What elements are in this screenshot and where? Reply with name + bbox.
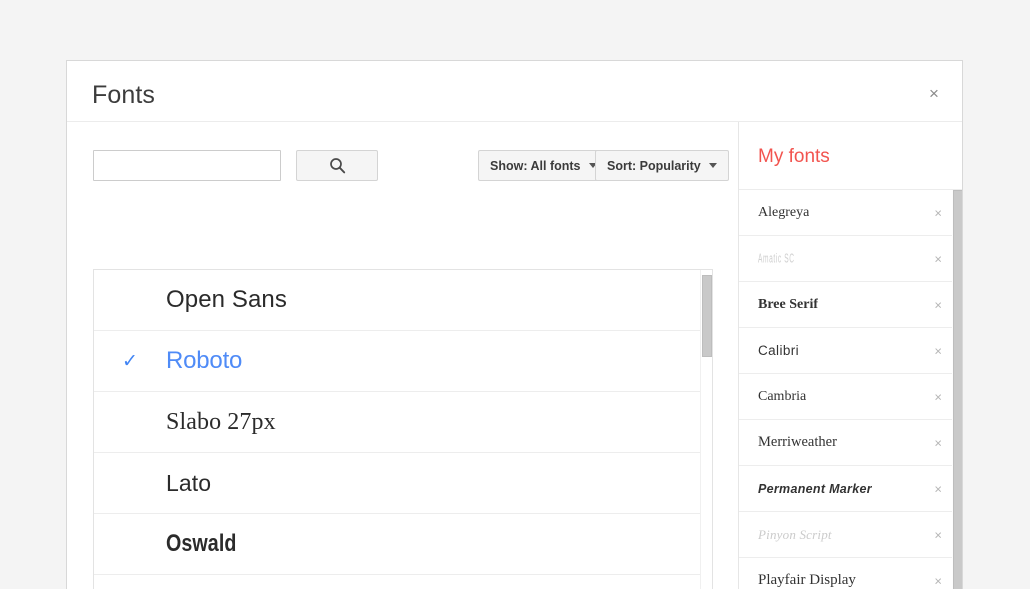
close-icon[interactable]: × [923, 83, 945, 105]
my-fonts-item-label: Pinyon Script [758, 526, 832, 542]
toolbar: Show: All fonts Sort: Popularity [67, 122, 738, 202]
sort-filter-dropdown[interactable]: Sort: Popularity [595, 150, 729, 181]
font-list-item[interactable]: Roboto Condensed [94, 575, 712, 589]
font-list-item-label: Open Sans [166, 286, 287, 313]
page-root: Fonts × Show: All fonts Sort: Popularity… [0, 0, 1030, 589]
font-list-item[interactable]: ✓ Roboto [94, 331, 712, 392]
font-list-item[interactable]: Open Sans [94, 270, 712, 331]
font-list-inner: Open Sans ✓ Roboto Slabo 27px Lato Oswald Robo… [94, 270, 712, 589]
font-list-scrollbar-thumb[interactable] [702, 275, 712, 357]
my-fonts-item-label: Merriweather [758, 434, 837, 450]
show-filter-dropdown[interactable]: Show: All fonts [478, 150, 609, 181]
my-fonts-item[interactable]: Bree Serif × [739, 282, 962, 328]
remove-font-icon[interactable]: × [934, 574, 942, 587]
my-fonts-item-label: Permanent Marker [758, 481, 872, 496]
remove-font-icon[interactable]: × [934, 390, 942, 403]
check-icon: ✓ [122, 350, 138, 372]
fonts-dialog: Fonts × Show: All fonts Sort: Popularity… [66, 60, 963, 589]
my-fonts-item[interactable]: Alegreya × [739, 190, 962, 236]
font-list-item[interactable]: Oswald [94, 514, 712, 575]
my-fonts-panel: My fonts Alegreya × Amatic SC × Bree Serif × C… [738, 122, 962, 589]
my-fonts-item-label: Amatic SC [758, 251, 795, 266]
font-list-item-label: Lato [166, 469, 212, 496]
font-list-item[interactable]: Slabo 27px [94, 392, 712, 453]
my-fonts-scrollbar[interactable] [952, 190, 962, 589]
font-list-item-label: Oswald [166, 530, 237, 557]
my-fonts-item-label: Cambria [758, 388, 807, 404]
my-fonts-item[interactable]: Merriweather × [739, 420, 962, 466]
show-filter-label: Show: All fonts [490, 158, 581, 173]
search-button[interactable] [296, 150, 378, 181]
my-fonts-item[interactable]: Cambria × [739, 374, 962, 420]
my-fonts-item[interactable]: Amatic SC × [739, 236, 962, 282]
page-title: Fonts [92, 81, 156, 109]
chevron-down-icon [708, 163, 717, 168]
search-input[interactable] [93, 150, 281, 181]
remove-font-icon[interactable]: × [934, 298, 942, 311]
font-list: Open Sans ✓ Roboto Slabo 27px Lato Oswald Robo… [93, 269, 713, 589]
my-fonts-item-label: Bree Serif [758, 296, 818, 312]
font-list-scrollbar[interactable] [700, 270, 712, 589]
remove-font-icon[interactable]: × [934, 436, 942, 449]
remove-font-icon[interactable]: × [934, 206, 942, 219]
remove-font-icon[interactable]: × [934, 528, 942, 541]
dialog-titlebar: Fonts × [67, 61, 962, 121]
my-fonts-list: Alegreya × Amatic SC × Bree Serif × Calibri × Ca… [739, 190, 962, 589]
font-list-item[interactable]: Lato [94, 453, 712, 514]
font-list-item-label: Roboto [166, 347, 243, 374]
my-fonts-item-label: Playfair Display [758, 572, 856, 588]
search-icon [329, 157, 346, 174]
my-fonts-header: My fonts [739, 122, 962, 190]
remove-font-icon[interactable]: × [934, 344, 942, 357]
sort-filter-label: Sort: Popularity [607, 158, 701, 173]
dialog-body: Show: All fonts Sort: Popularity Open Sa… [67, 122, 962, 589]
my-fonts-item-label: Alegreya [758, 204, 810, 220]
my-fonts-item[interactable]: Pinyon Script × [739, 512, 962, 558]
remove-font-icon[interactable]: × [934, 252, 942, 265]
my-fonts-item[interactable]: Playfair Display × [739, 558, 962, 589]
font-list-item-label: Slabo 27px [166, 408, 276, 435]
my-fonts-title: My fonts [758, 146, 830, 167]
font-browser-panel: Show: All fonts Sort: Popularity Open Sa… [67, 122, 738, 589]
my-fonts-item[interactable]: Calibri × [739, 328, 962, 374]
my-fonts-item[interactable]: Permanent Marker × [739, 466, 962, 512]
my-fonts-item-label: Calibri [758, 343, 800, 358]
remove-font-icon[interactable]: × [934, 482, 942, 495]
my-fonts-scrollbar-thumb[interactable] [953, 190, 962, 589]
